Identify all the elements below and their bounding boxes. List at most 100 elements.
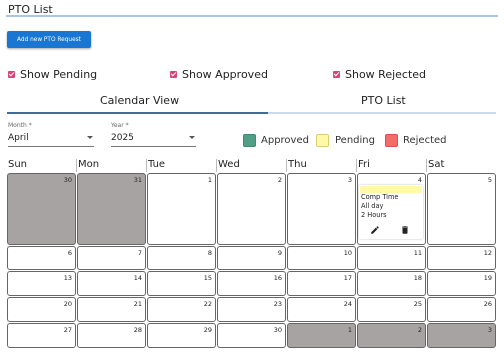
day-number: 28 — [133, 326, 142, 334]
calendar-day-cell[interactable]: 30 — [7, 173, 76, 245]
calendar-day-cell[interactable]: 1 — [287, 323, 356, 348]
calendar-day-cell[interactable]: 6 — [7, 246, 76, 270]
day-number: 2 — [417, 326, 422, 334]
calendar-day-cell[interactable]: 31 — [77, 173, 146, 245]
calendar-day-cell[interactable]: 19 — [427, 271, 496, 296]
legend-approved-swatch — [243, 134, 256, 147]
checkbox-checked-icon[interactable] — [8, 71, 15, 78]
legend-rejected-label: Rejected — [403, 135, 447, 146]
trash-icon[interactable] — [400, 225, 410, 235]
year-value[interactable]: 2025 — [111, 133, 134, 143]
day-number: 9 — [277, 249, 282, 257]
pencil-icon[interactable] — [370, 225, 380, 235]
calendar-day-cell[interactable]: 2 — [357, 323, 426, 348]
weekday-header: Fri — [358, 159, 370, 170]
day-number: 14 — [133, 274, 142, 282]
show-approved-label: Show Approved — [182, 68, 268, 81]
event-duration: All day — [361, 202, 384, 210]
calendar-day-cell[interactable]: 2 — [217, 173, 286, 245]
checkbox-checked-icon[interactable] — [333, 71, 340, 78]
day-number: 8 — [207, 249, 212, 257]
calendar-day-cell[interactable]: 5 — [427, 173, 496, 245]
day-number: 5 — [487, 176, 492, 184]
calendar-day-cell[interactable]: 13 — [7, 271, 76, 296]
day-number: 20 — [63, 300, 72, 308]
legend-pending-label: Pending — [335, 135, 375, 146]
calendar-day-cell[interactable]: 21 — [77, 297, 146, 322]
day-number: 1 — [347, 326, 352, 334]
calendar-day-cell[interactable]: 15 — [147, 271, 216, 296]
header-separator — [216, 159, 217, 172]
calendar-day-cell[interactable]: 18 — [357, 271, 426, 296]
show-rejected-checkbox[interactable]: Show Rejected — [333, 68, 426, 81]
show-approved-checkbox[interactable]: Show Approved — [170, 68, 268, 81]
month-value[interactable]: April — [8, 133, 29, 143]
event-status-stripe — [360, 186, 422, 193]
chevron-down-icon[interactable] — [189, 136, 195, 139]
calendar-day-cell[interactable]: 28 — [77, 323, 146, 348]
calendar-day-cell[interactable]: 9 — [217, 246, 286, 270]
calendar-day-cell[interactable]: 3 — [287, 173, 356, 245]
active-tab-indicator — [7, 112, 268, 114]
show-pending-checkbox[interactable]: Show Pending — [8, 68, 97, 81]
calendar-day-cell[interactable]: 16 — [217, 271, 286, 296]
calendar-day-cell[interactable]: 22 — [147, 297, 216, 322]
day-number: 26 — [483, 300, 492, 308]
day-number: 4 — [417, 176, 422, 184]
legend-pending-swatch — [316, 134, 329, 147]
calendar-day-cell[interactable]: 27 — [7, 323, 76, 348]
calendar-day-cell[interactable]: 26 — [427, 297, 496, 322]
calendar-day-cell[interactable]: 25 — [357, 297, 426, 322]
month-underline — [8, 146, 94, 147]
day-number: 21 — [133, 300, 142, 308]
day-number: 31 — [133, 176, 142, 184]
show-rejected-label: Show Rejected — [345, 68, 427, 81]
event-hours: 2 Hours — [361, 211, 387, 219]
day-number: 10 — [343, 249, 352, 257]
day-number: 17 — [343, 274, 352, 282]
show-pending-label: Show Pending — [20, 68, 98, 81]
legend-rejected-swatch — [385, 134, 398, 147]
title-divider — [6, 15, 498, 17]
weekday-header: Wed — [218, 159, 240, 170]
calendar-day-cell[interactable]: 24 — [287, 297, 356, 322]
calendar-day-cell[interactable]: 3 — [427, 323, 496, 348]
day-number: 18 — [413, 274, 422, 282]
calendar-day-cell[interactable]: 12 — [427, 246, 496, 270]
legend-approved-label: Approved — [261, 135, 309, 146]
calendar-day-cell[interactable]: 17 — [287, 271, 356, 296]
calendar-day-cell[interactable]: 1 — [147, 173, 216, 245]
day-number: 23 — [273, 300, 282, 308]
calendar-day-cell[interactable]: 20 — [7, 297, 76, 322]
event-type: Comp Time — [361, 193, 399, 201]
weekday-header: Mon — [78, 159, 100, 170]
tab-calendar-view[interactable]: Calendar View — [100, 94, 179, 107]
weekday-header: Thu — [288, 159, 307, 170]
day-number: 16 — [273, 274, 282, 282]
day-number: 25 — [413, 300, 422, 308]
pto-event-card[interactable]: Comp Time All day 2 Hours — [359, 185, 423, 239]
day-number: 19 — [483, 274, 492, 282]
calendar-day-cell[interactable]: 8 — [147, 246, 216, 270]
calendar-day-cell[interactable]: 30 — [217, 323, 286, 348]
chevron-down-icon[interactable] — [87, 136, 93, 139]
day-number: 1 — [207, 176, 212, 184]
tab-pto-list[interactable]: PTO List — [361, 94, 406, 107]
weekday-header: Tue — [148, 159, 166, 170]
day-number: 12 — [483, 249, 492, 257]
add-pto-request-button[interactable]: Add new PTO Request — [7, 31, 91, 48]
calendar-day-cell[interactable]: 7 — [77, 246, 146, 270]
checkbox-checked-icon[interactable] — [170, 71, 177, 78]
day-number: 7 — [137, 249, 142, 257]
year-label: Year * — [111, 122, 129, 129]
calendar-day-cell[interactable]: 11 — [357, 246, 426, 270]
day-number: 3 — [487, 326, 492, 334]
calendar-day-cell[interactable]: 10 — [287, 246, 356, 270]
day-number: 11 — [413, 249, 422, 257]
header-separator — [76, 159, 77, 172]
calendar-day-cell[interactable]: 29 — [147, 323, 216, 348]
calendar-day-cell[interactable]: 23 — [217, 297, 286, 322]
day-number: 22 — [203, 300, 212, 308]
calendar-day-cell[interactable]: 14 — [77, 271, 146, 296]
day-number: 15 — [203, 274, 212, 282]
